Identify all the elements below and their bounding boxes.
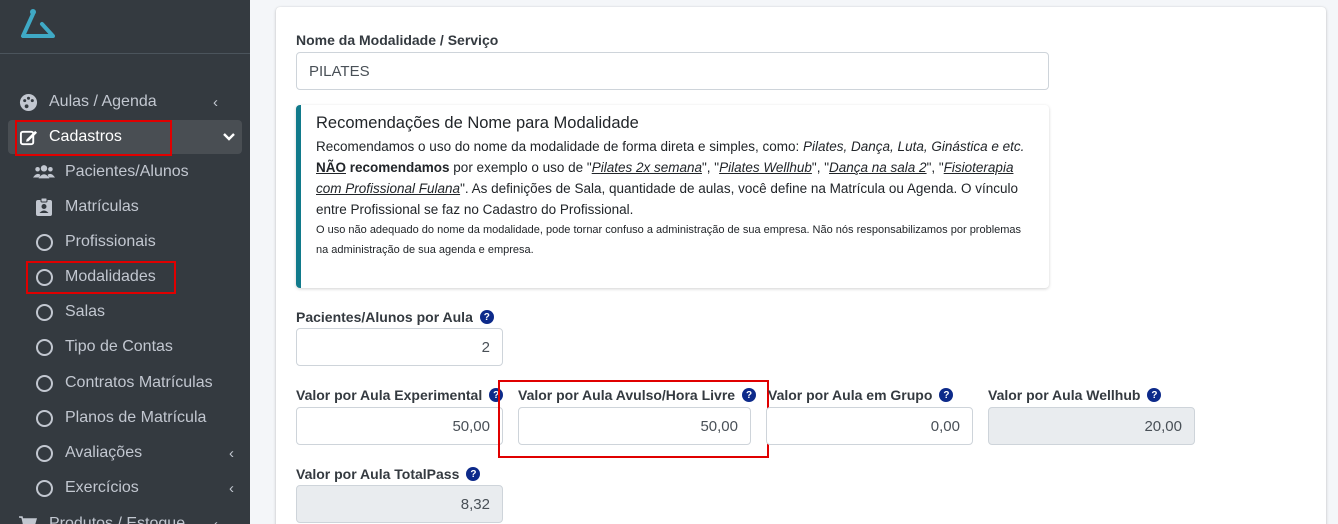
- highlight-box: [498, 380, 769, 458]
- palette-icon: [17, 91, 39, 113]
- sidebar-item-label: Aulas / Agenda: [49, 93, 157, 110]
- sidebar-item-label: Salas: [65, 303, 106, 320]
- chevron-down-icon: [222, 129, 236, 146]
- sidebar: Aulas / Agenda ‹ Cadastros Pacientes/Alu…: [0, 0, 250, 524]
- cart-icon: [17, 513, 39, 524]
- sidebar-item-pacientes[interactable]: Pacientes/Alunos: [25, 155, 242, 189]
- sidebar-item-label: Pacientes/Alunos: [65, 163, 189, 180]
- sidebar-item-planos[interactable]: Planos de Matrícula: [25, 401, 242, 435]
- price-wellhub-input: 20,00: [988, 407, 1195, 445]
- highlight-box: [15, 120, 172, 156]
- callout-paragraph-2: NÃO recomendamos por exemplo o uso de "P…: [316, 160, 1018, 217]
- circle-icon: [33, 407, 55, 429]
- price-totalpass-label: Valor por Aula TotalPass?: [296, 466, 481, 482]
- brand[interactable]: [0, 0, 250, 54]
- sidebar-item-tipo-contas[interactable]: Tipo de Contas: [25, 330, 242, 364]
- chevron-left-icon: ‹: [229, 444, 234, 462]
- circle-icon: [33, 231, 55, 253]
- circle-icon: [33, 336, 55, 358]
- highlight-box: [26, 261, 176, 294]
- help-icon[interactable]: ?: [466, 467, 481, 481]
- price-grupo-input[interactable]: 0,00: [766, 407, 973, 445]
- sidebar-item-matriculas[interactable]: Matrículas: [25, 190, 242, 224]
- circle-icon: [33, 301, 55, 323]
- sidebar-item-avaliacoes[interactable]: Avaliações ‹: [25, 436, 242, 470]
- price-totalpass-input: 8,32: [296, 485, 503, 523]
- sidebar-item-contratos[interactable]: Contratos Matrículas: [25, 366, 242, 400]
- callout-paragraph-1: Recomendamos o uso do nome da modalidade…: [316, 139, 1025, 154]
- sidebar-item-exercicios[interactable]: Exercícios ‹: [25, 471, 242, 505]
- per-class-input[interactable]: 2: [296, 328, 503, 366]
- help-icon[interactable]: ?: [479, 310, 494, 324]
- sidebar-item-produtos[interactable]: Produtos / Estoque ‹: [8, 507, 242, 524]
- users-icon: [33, 161, 55, 183]
- callout-title: Recomendações de Nome para Modalidade: [316, 114, 639, 132]
- price-grupo-label: Valor por Aula em Grupo?: [768, 387, 954, 403]
- name-input[interactable]: PILATES: [296, 52, 1049, 90]
- callout-disclaimer: O uso não adequado do nome da modalidade…: [316, 224, 1022, 256]
- sidebar-item-salas[interactable]: Salas: [25, 295, 242, 329]
- sidebar-item-label: Planos de Matrícula: [65, 409, 207, 426]
- help-icon[interactable]: ?: [939, 388, 954, 402]
- hanger-logo-icon[interactable]: [20, 6, 56, 40]
- sidebar-item-label: Tipo de Contas: [65, 338, 173, 355]
- sidebar-item-label: Contratos Matrículas: [65, 374, 213, 391]
- recommendation-callout: Recomendações de Nome para Modalidade Re…: [296, 105, 1049, 288]
- circle-icon: [33, 372, 55, 394]
- sidebar-item-label: Profissionais: [65, 233, 156, 250]
- price-wellhub-label: Valor por Aula Wellhub?: [988, 387, 1162, 403]
- price-experimental-input[interactable]: 50,00: [296, 407, 503, 445]
- chevron-left-icon: ‹: [213, 515, 218, 524]
- name-label: Nome da Modalidade / Serviço: [296, 32, 499, 48]
- price-experimental-label: Valor por Aula Experimental?: [296, 387, 504, 403]
- sidebar-item-aulas-agenda[interactable]: Aulas / Agenda ‹: [8, 85, 242, 119]
- circle-icon: [33, 477, 55, 499]
- sidebar-item-label: Avaliações: [65, 444, 143, 461]
- sidebar-item-profissionais[interactable]: Profissionais: [25, 225, 242, 259]
- chevron-left-icon: ‹: [229, 479, 234, 497]
- sidebar-item-label: Exercícios: [65, 479, 139, 496]
- id-badge-icon: [33, 196, 55, 218]
- chevron-left-icon: ‹: [213, 93, 218, 111]
- per-class-label: Pacientes/Alunos por Aula?: [296, 309, 494, 325]
- sidebar-item-label: Produtos / Estoque: [49, 515, 186, 524]
- sidebar-item-label: Matrículas: [65, 198, 139, 215]
- help-icon[interactable]: ?: [1147, 388, 1162, 402]
- circle-icon: [33, 442, 55, 464]
